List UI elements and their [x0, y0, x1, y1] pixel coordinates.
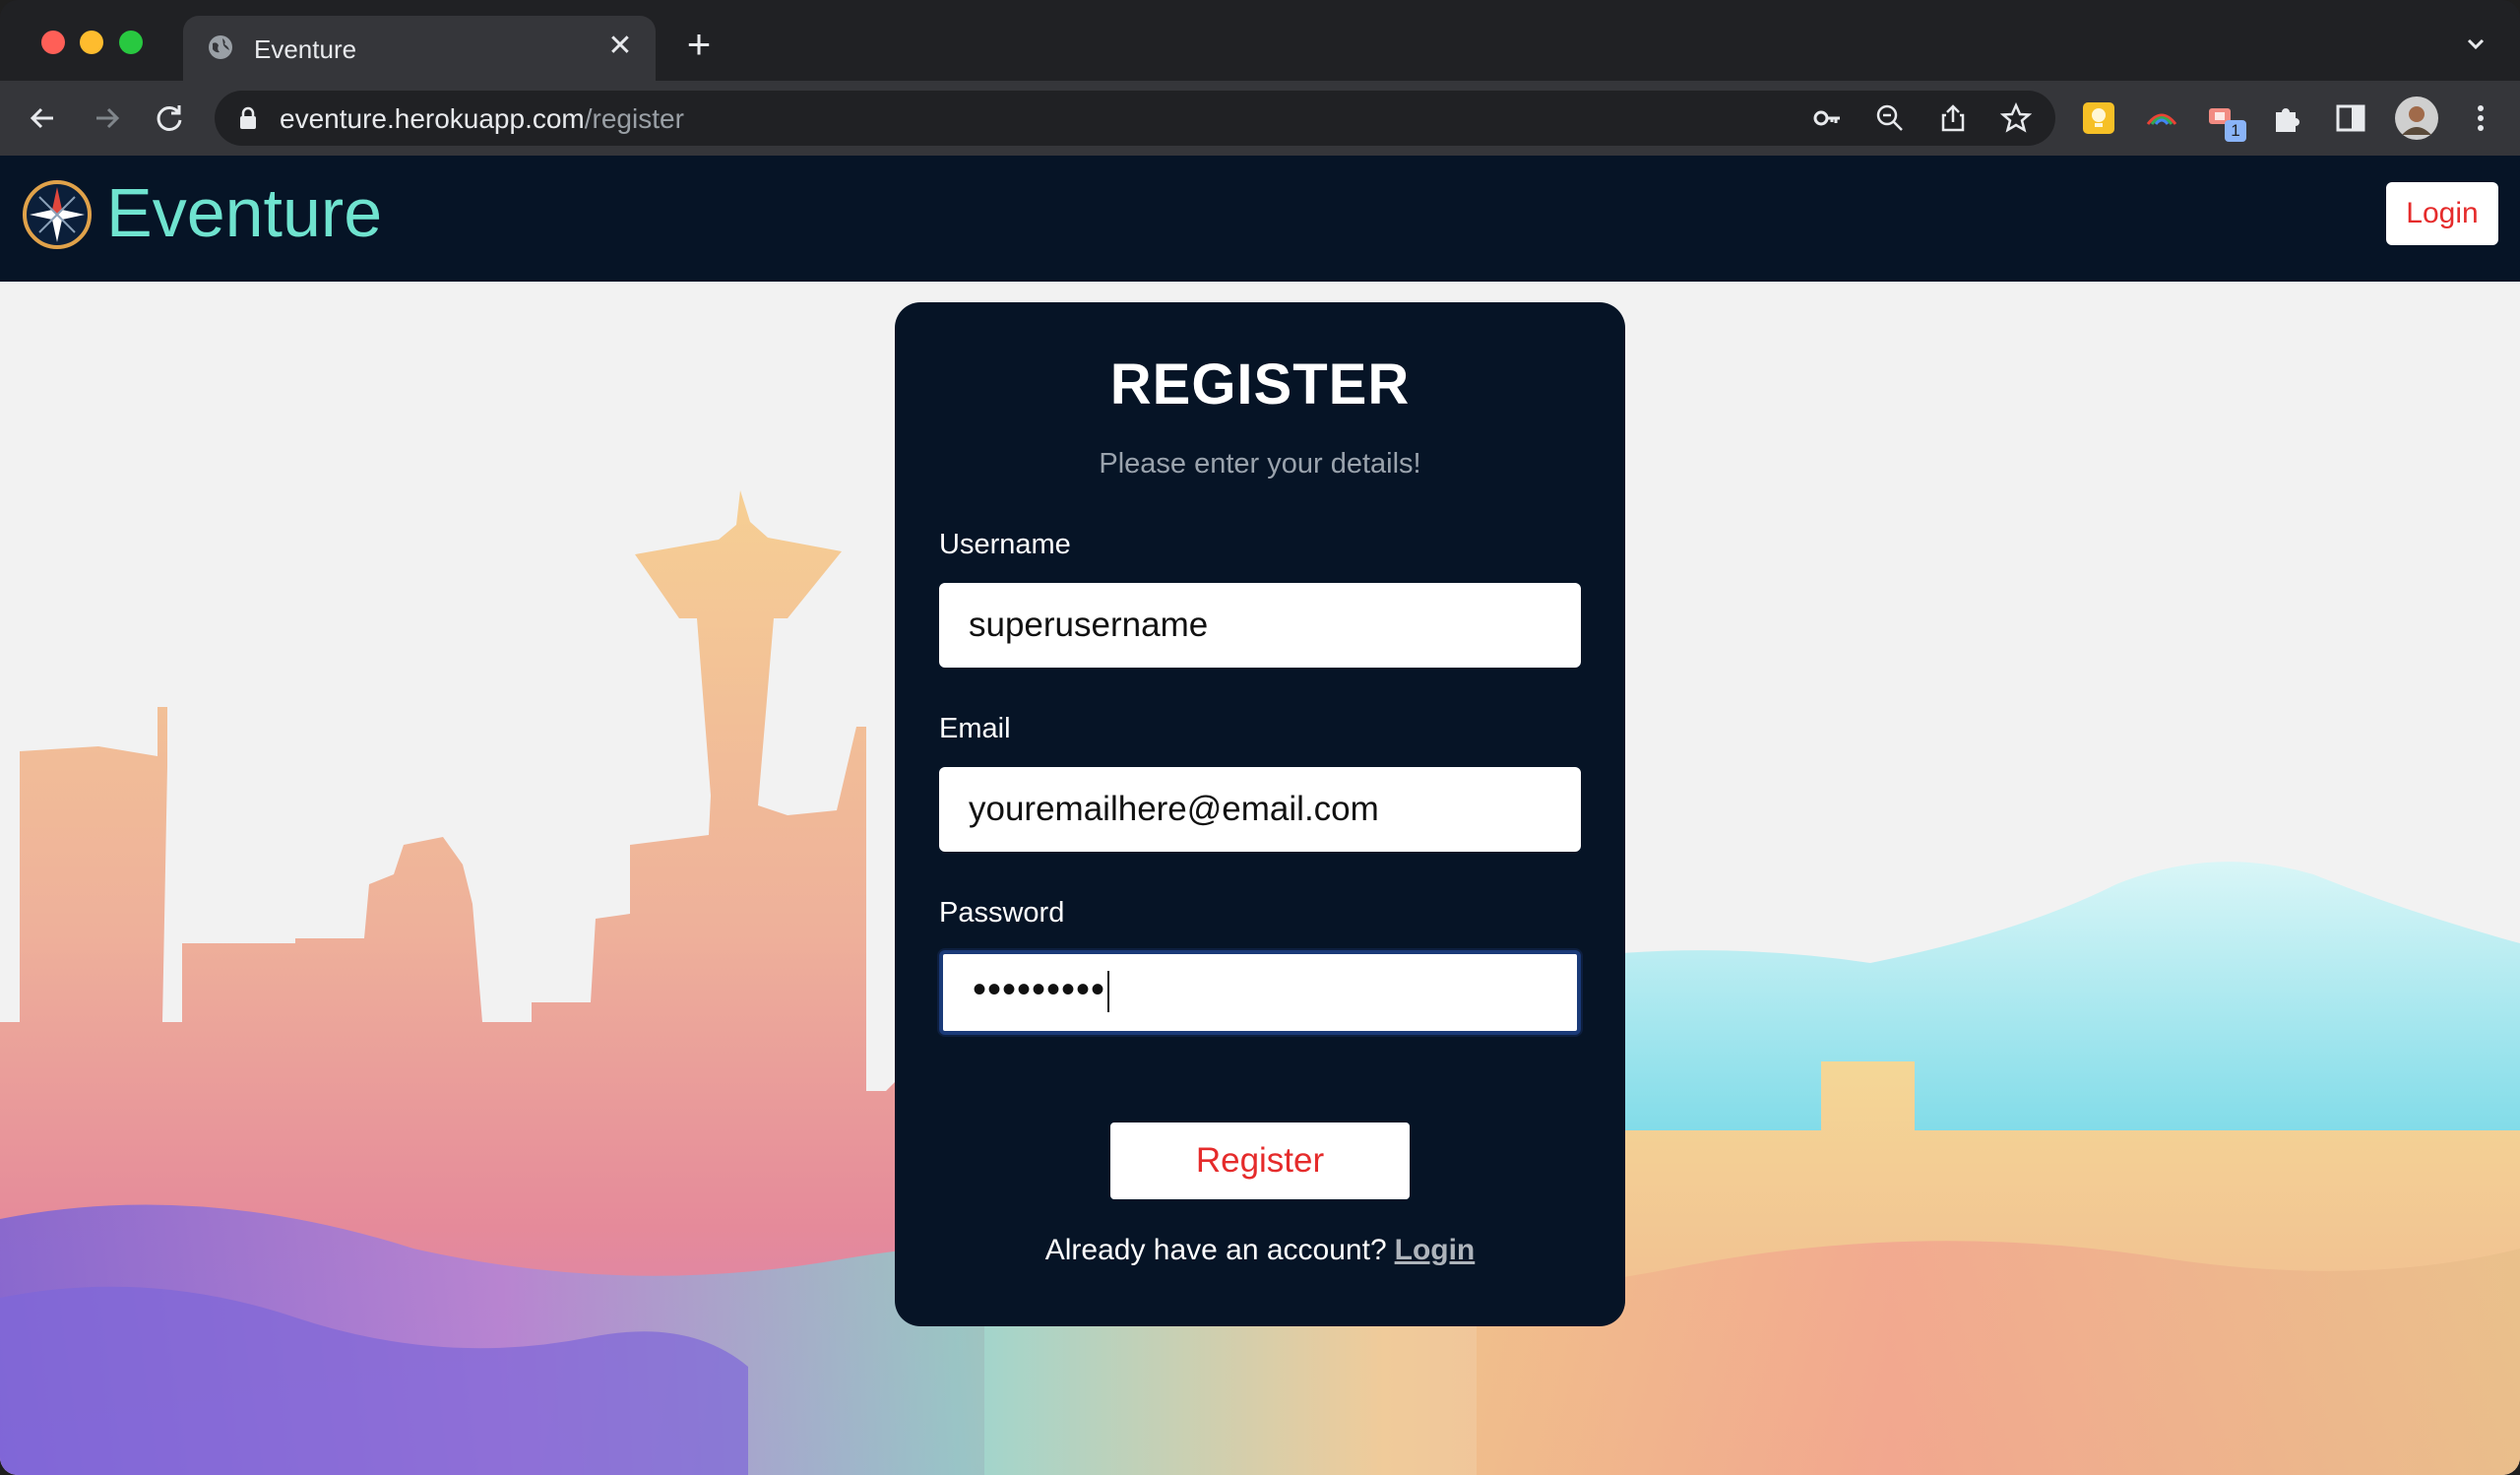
login-prompt: Already have an account? Login — [895, 1234, 1625, 1267]
extension-count-badge: 1 — [2225, 120, 2246, 142]
close-window-button[interactable] — [41, 31, 65, 54]
login-link[interactable]: Login — [1395, 1234, 1476, 1266]
password-label: Password — [939, 897, 1065, 929]
reload-icon[interactable] — [150, 98, 189, 138]
text-caret — [1107, 971, 1110, 1013]
email-label: Email — [939, 713, 1011, 744]
browser-tab[interactable]: Eventure ✕ — [183, 16, 656, 81]
tab-title: Eventure — [254, 34, 357, 64]
extension-keep-icon[interactable] — [2079, 98, 2118, 138]
login-prompt-text: Already have an account? — [1044, 1234, 1387, 1266]
username-label: Username — [939, 529, 1071, 560]
email-field[interactable] — [939, 767, 1581, 852]
puzzle-extensions-icon[interactable] — [2268, 98, 2307, 138]
new-tab-button[interactable]: + — [679, 24, 719, 66]
browser-menu-icon[interactable] — [2461, 98, 2500, 138]
forward-arrow-icon[interactable] — [87, 98, 126, 138]
password-masked-value: ••••••••• — [973, 968, 1106, 1011]
username-input[interactable] — [941, 585, 1579, 666]
form-subtitle: Please enter your details! — [1099, 448, 1421, 480]
app-navbar: Eventure Login — [0, 156, 2520, 282]
key-icon[interactable] — [1811, 102, 1843, 134]
extension-badge-icon[interactable]: 1 — [2205, 98, 2246, 142]
lock-icon[interactable] — [238, 106, 258, 130]
side-panel-icon[interactable] — [2331, 98, 2370, 138]
extension-rainbow-icon[interactable] — [2142, 98, 2181, 138]
browser-window: Eventure ✕ + eventure.herokuapp.com/regi… — [0, 0, 2520, 1475]
bookmark-star-icon[interactable] — [2000, 102, 2032, 134]
tab-close-icon[interactable]: ✕ — [602, 29, 638, 64]
address-bar[interactable]: eventure.herokuapp.com/register — [215, 91, 2055, 146]
register-button[interactable]: Register — [1110, 1122, 1410, 1199]
brand-name[interactable]: Eventure — [106, 171, 382, 254]
browser-toolbar: eventure.herokuapp.com/register 1 — [0, 81, 2520, 156]
register-card: REGISTER Please enter your details! User… — [895, 302, 1625, 1326]
compass-logo-icon[interactable] — [22, 179, 93, 250]
username-field[interactable] — [939, 583, 1581, 668]
zoom-out-icon[interactable] — [1874, 102, 1906, 134]
password-input[interactable]: ••••••••• — [973, 968, 1110, 1013]
minimize-window-button[interactable] — [80, 31, 103, 54]
navbar-login-button[interactable]: Login — [2386, 182, 2498, 245]
profile-avatar-icon[interactable] — [2394, 96, 2439, 141]
password-field[interactable]: ••••••••• — [939, 950, 1581, 1035]
chevron-down-icon[interactable] — [2461, 30, 2490, 59]
page-title: REGISTER — [1109, 353, 1411, 417]
maximize-window-button[interactable] — [119, 31, 143, 54]
page-viewport: Eventure Login REGISTER Please enter you… — [0, 156, 2520, 1475]
email-input[interactable] — [941, 769, 1579, 850]
url-text[interactable]: eventure.herokuapp.com/register — [280, 103, 684, 135]
globe-icon — [209, 35, 232, 59]
back-arrow-icon[interactable] — [24, 98, 63, 138]
tab-strip: Eventure ✕ + — [0, 0, 2520, 81]
share-icon[interactable] — [1937, 102, 1969, 134]
